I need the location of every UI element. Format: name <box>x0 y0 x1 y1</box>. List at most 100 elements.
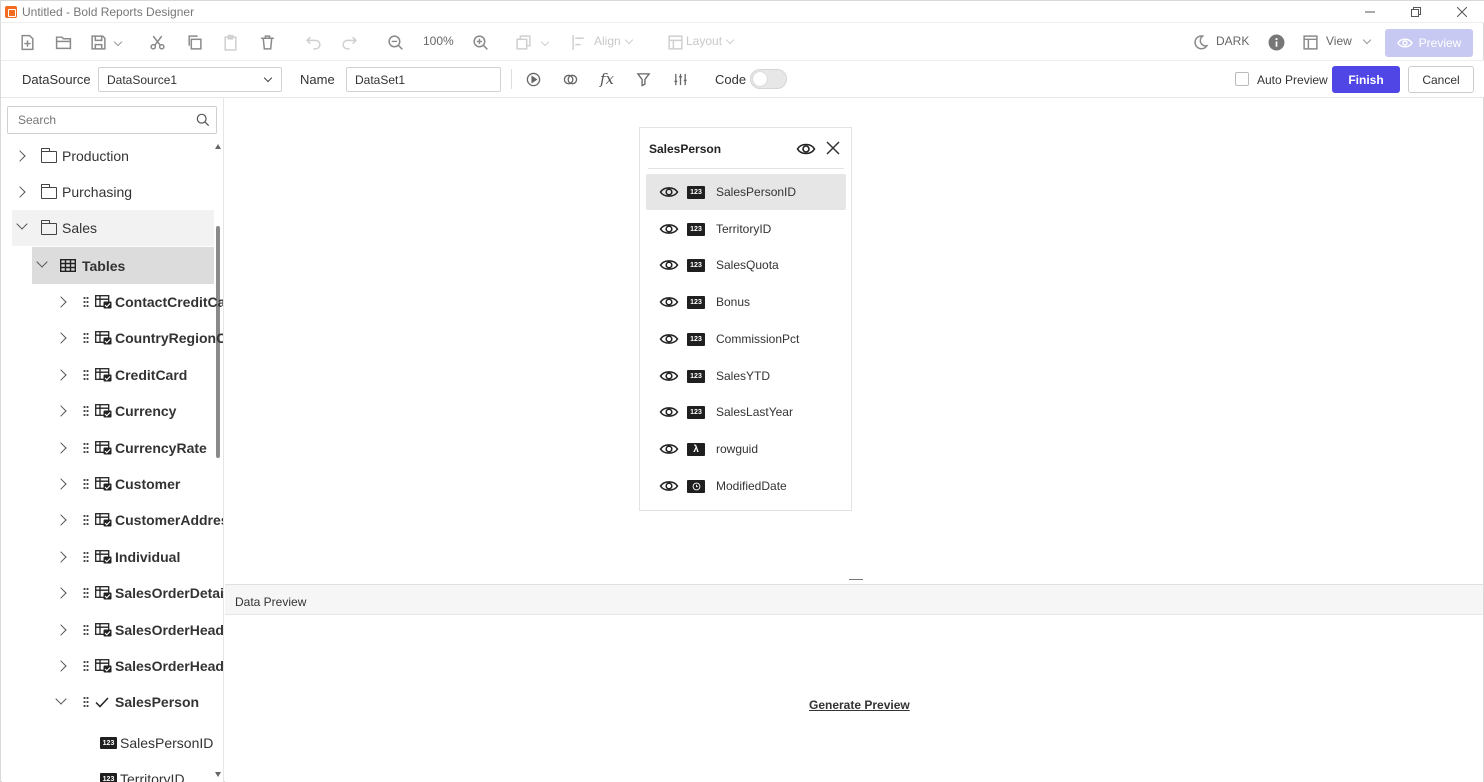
tree-table-item[interactable]: ContactCreditCa <box>2 284 223 320</box>
drag-handle-icon[interactable] <box>83 296 89 308</box>
tree-tables-node[interactable]: Tables <box>32 247 214 284</box>
chevron-right-icon[interactable] <box>55 624 67 636</box>
table-card-column-row[interactable]: λ rowguid <box>646 431 846 467</box>
tree-table-item[interactable]: SalesPerson <box>2 684 214 720</box>
eye-icon[interactable] <box>659 257 679 273</box>
tree-table-item[interactable]: Individual <box>2 539 214 575</box>
chevron-down-icon[interactable] <box>55 693 67 705</box>
close-window-button[interactable] <box>1439 1 1484 23</box>
redo-button[interactable] <box>339 32 359 52</box>
search-icon[interactable] <box>196 113 210 127</box>
table-card-column-row[interactable]: 123 SalesQuota <box>646 247 846 283</box>
drag-handle-icon[interactable] <box>83 514 89 526</box>
align-menu[interactable]: Align <box>594 34 633 48</box>
drag-handle-icon[interactable] <box>83 551 89 563</box>
eye-icon[interactable] <box>659 221 679 237</box>
scroll-up-arrow-icon[interactable] <box>215 144 221 149</box>
drag-handle-icon[interactable] <box>83 478 89 490</box>
eye-icon[interactable] <box>659 184 679 200</box>
filter-button[interactable] <box>634 70 652 88</box>
scroll-down-arrow-icon[interactable] <box>215 772 221 777</box>
table-card-column-row[interactable]: 123 SalesYTD <box>646 358 846 394</box>
save-dropdown-chevron-icon[interactable] <box>113 37 123 47</box>
run-query-button[interactable] <box>524 70 542 88</box>
drag-handle-icon[interactable] <box>83 332 89 344</box>
code-toggle[interactable] <box>750 69 787 89</box>
generate-preview-link[interactable]: Generate Preview <box>809 698 910 712</box>
drag-handle-icon[interactable] <box>83 442 89 454</box>
table-card-column-row[interactable]: 123 SalesPersonID <box>646 174 846 210</box>
layout-menu[interactable]: Layout <box>686 34 735 48</box>
theme-toggle-icon-wrap[interactable] <box>1190 32 1210 52</box>
chevron-down-icon[interactable] <box>16 218 28 230</box>
tree-folder-production[interactable]: Production <box>2 138 214 174</box>
eye-icon[interactable] <box>796 139 816 159</box>
chevron-right-icon[interactable] <box>55 551 67 563</box>
eye-icon[interactable] <box>659 294 679 310</box>
chevron-right-icon[interactable] <box>55 369 67 381</box>
tree-table-item[interactable]: SalesOrderDetai <box>2 575 223 611</box>
drag-handle-icon[interactable] <box>83 660 89 672</box>
expression-button[interactable]: fx <box>598 70 616 88</box>
chevron-right-icon[interactable] <box>55 296 67 308</box>
zoom-level[interactable]: 100% <box>423 34 454 48</box>
open-button[interactable] <box>53 32 73 52</box>
chevron-right-icon[interactable] <box>55 478 67 490</box>
zoom-in-button[interactable] <box>470 32 490 52</box>
save-button[interactable] <box>88 32 108 52</box>
eye-icon[interactable] <box>659 441 679 457</box>
eye-icon[interactable] <box>659 478 679 494</box>
tree-table-item[interactable]: CountryRegionC <box>2 320 223 356</box>
tree-table-item[interactable]: CurrencyRate <box>2 430 214 466</box>
finish-button[interactable]: Finish <box>1332 66 1400 93</box>
drag-handle-icon[interactable] <box>83 696 89 708</box>
arrange-button[interactable] <box>513 32 533 52</box>
chevron-right-icon[interactable] <box>55 442 67 454</box>
cut-button[interactable] <box>147 32 167 52</box>
eye-icon[interactable] <box>659 368 679 384</box>
table-card-column-row[interactable]: 123 SalesLastYear <box>646 394 846 430</box>
chevron-right-icon[interactable] <box>55 514 67 526</box>
table-card-salesperson[interactable]: SalesPerson 123 SalesPersonID 123 Territory… <box>639 127 852 511</box>
tree-column-item[interactable]: 123 SalesPersonID <box>2 725 214 761</box>
tree-table-item[interactable]: CustomerAddres <box>2 502 223 538</box>
tree-table-item[interactable]: SalesOrderHead <box>2 648 223 684</box>
info-button[interactable] <box>1266 32 1286 52</box>
tree-folder-purchasing[interactable]: Purchasing <box>2 174 214 210</box>
auto-preview-checkbox[interactable] <box>1235 72 1249 86</box>
eye-icon[interactable] <box>659 331 679 347</box>
preview-button[interactable]: Preview <box>1385 29 1473 57</box>
search-input[interactable] <box>8 107 188 133</box>
chevron-right-icon[interactable] <box>14 186 26 198</box>
join-button[interactable] <box>561 70 579 88</box>
chevron-right-icon[interactable] <box>55 587 67 599</box>
chevron-right-icon[interactable] <box>55 405 67 417</box>
datasource-select[interactable]: DataSource1 <box>98 67 282 92</box>
drag-handle-icon[interactable] <box>83 587 89 599</box>
dataset-name-input[interactable] <box>346 67 501 92</box>
tree-table-item[interactable]: SalesOrderHead <box>2 612 223 648</box>
undo-button[interactable] <box>303 32 323 52</box>
drag-handle-icon[interactable] <box>83 405 89 417</box>
tree-table-item[interactable]: CreditCard <box>2 357 214 393</box>
paste-button[interactable] <box>220 32 240 52</box>
table-card-column-row[interactable]: ModifiedDate <box>646 468 846 504</box>
view-menu[interactable]: View <box>1326 34 1372 48</box>
table-card-column-row[interactable]: 123 Bonus <box>646 284 846 320</box>
copy-button[interactable] <box>184 32 204 52</box>
minimize-button[interactable] <box>1347 1 1393 23</box>
parameters-button[interactable] <box>671 70 689 88</box>
chevron-right-icon[interactable] <box>55 332 67 344</box>
chevron-right-icon[interactable] <box>55 660 67 672</box>
cancel-button[interactable]: Cancel <box>1408 66 1474 93</box>
chevron-right-icon[interactable] <box>14 150 26 162</box>
drag-handle-icon[interactable] <box>83 369 89 381</box>
zoom-out-button[interactable] <box>385 32 405 52</box>
chevron-down-icon[interactable] <box>36 256 48 268</box>
delete-button[interactable] <box>257 32 277 52</box>
tree-table-item[interactable]: Customer <box>2 466 214 502</box>
close-icon[interactable] <box>825 140 841 156</box>
tree-table-item[interactable]: Currency <box>2 393 214 429</box>
tree-folder-sales[interactable]: Sales <box>12 210 214 246</box>
drag-handle-icon[interactable] <box>83 624 89 636</box>
